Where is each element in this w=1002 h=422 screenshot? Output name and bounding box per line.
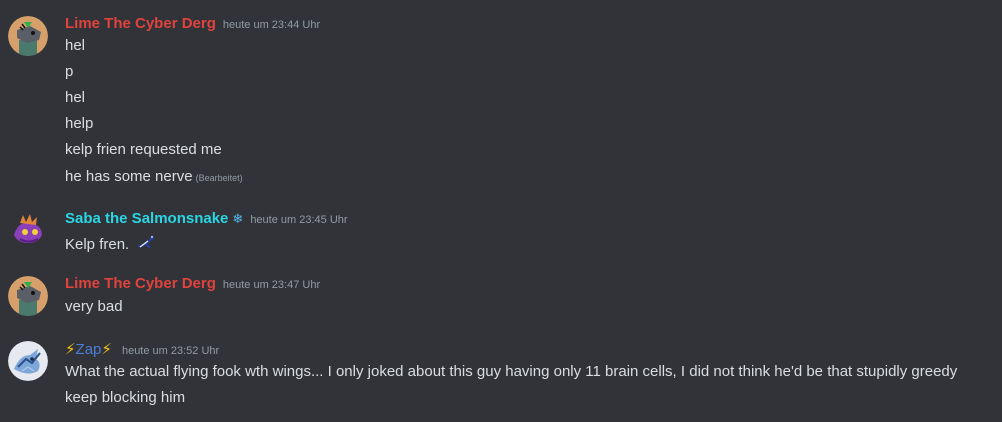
message-text: kelp frien requested me xyxy=(65,141,222,158)
edited-label[interactable]: (Bearbeitet) xyxy=(196,173,243,183)
lightning-icon: ⚡ xyxy=(101,341,112,358)
timestamp[interactable]: heute um 23:52 Uhr xyxy=(122,345,219,357)
message-text: help xyxy=(65,115,94,132)
message-header: Lime The Cyber Derg heute um 23:47 Uhr xyxy=(65,275,320,295)
avatar-saba-icon xyxy=(8,211,48,251)
message-text: keep blocking him xyxy=(65,389,186,406)
avatar[interactable] xyxy=(8,211,48,251)
timestamp[interactable]: heute um 23:44 Uhr xyxy=(223,19,320,31)
avatar[interactable] xyxy=(8,276,48,316)
message-text: What the actual flying fook wth wings...… xyxy=(65,363,958,380)
message-text: hel xyxy=(65,37,86,54)
message-text: Kelp fren. xyxy=(65,235,130,253)
timestamp[interactable]: heute um 23:47 Uhr xyxy=(223,279,320,291)
avatar[interactable] xyxy=(8,16,48,56)
message-text: he has some nerve xyxy=(65,168,193,185)
username[interactable]: Lime The Cyber Derg xyxy=(65,275,216,292)
message-text-edited: he has some nerve (Bearbeitet) xyxy=(65,167,243,188)
message-header: Lime The Cyber Derg heute um 23:44 Uhr xyxy=(65,15,320,35)
message-text: hel xyxy=(65,89,86,106)
username[interactable]: Zap xyxy=(76,341,102,358)
message-header: Saba the Salmonsnake ❄ heute um 23:45 Uh… xyxy=(65,210,348,230)
snowflake-icon[interactable]: ❄ xyxy=(232,211,243,227)
chat-messages: Lime The Cyber Derg heute um 23:44 Uhr h… xyxy=(0,0,1002,422)
avatar-zap-icon xyxy=(8,341,48,381)
avatar[interactable] xyxy=(8,341,48,381)
message-text: very bad xyxy=(65,298,123,315)
message-header: ⚡ Zap ⚡ heute um 23:52 Uhr xyxy=(65,340,219,360)
timestamp[interactable]: heute um 23:45 Uhr xyxy=(250,214,347,226)
message-text: p xyxy=(65,63,74,80)
avatar-lime-icon xyxy=(8,16,48,56)
message-text: Kelp fren. xyxy=(65,232,156,258)
lightning-icon: ⚡ xyxy=(65,341,76,358)
username[interactable]: Saba the Salmonsnake xyxy=(65,210,228,227)
kelp-emoji-icon[interactable] xyxy=(136,232,156,258)
avatar-lime-icon xyxy=(8,276,48,316)
username[interactable]: Lime The Cyber Derg xyxy=(65,15,216,32)
